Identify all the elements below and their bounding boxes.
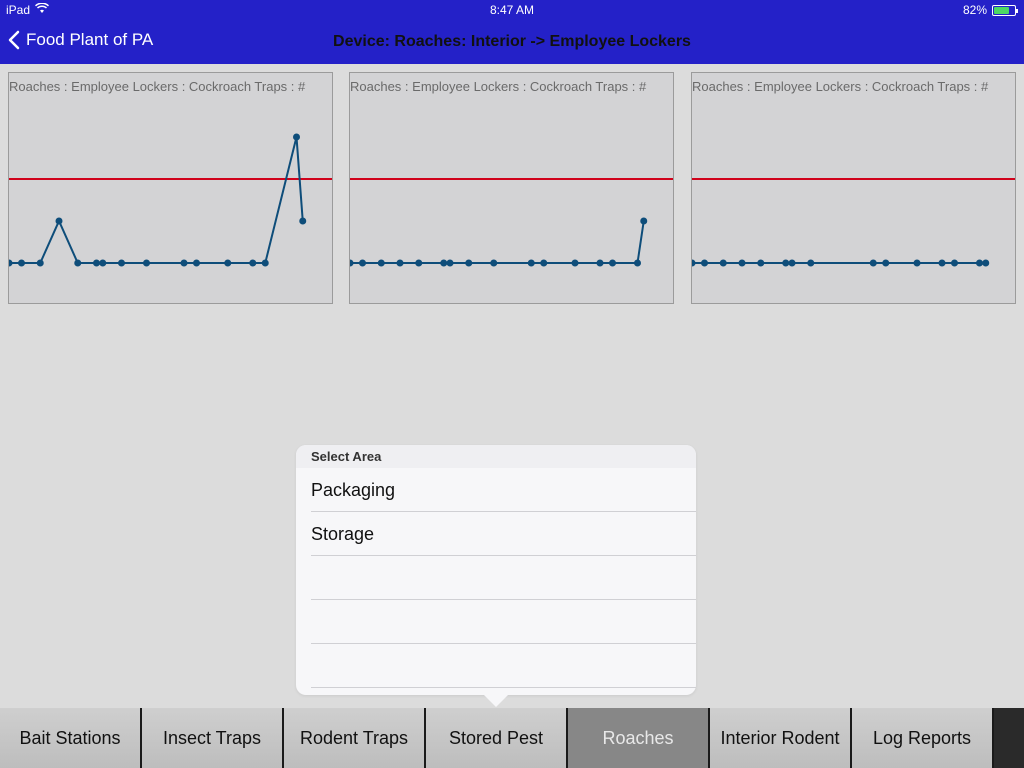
data-point — [18, 259, 25, 267]
data-point — [446, 259, 454, 267]
data-point — [396, 259, 404, 267]
data-point — [465, 259, 473, 267]
popover-header: Select Area — [296, 445, 696, 468]
data-point — [640, 217, 648, 225]
data-point — [701, 259, 708, 267]
area-option-storage[interactable]: Storage — [311, 512, 696, 556]
data-point — [99, 259, 107, 267]
navigation-bar: Food Plant of PA Device: Roaches: Interi… — [0, 20, 1024, 64]
data-point — [180, 259, 188, 267]
series-line — [9, 136, 304, 264]
tab-log-reports[interactable]: Log Reports — [852, 708, 994, 768]
popover-arrow — [484, 695, 508, 707]
data-point — [193, 259, 200, 267]
data-point — [224, 259, 232, 267]
data-point — [571, 259, 579, 267]
chart-panel-2[interactable]: Roaches : Employee Lockers : Cockroach T… — [349, 72, 674, 304]
data-point — [788, 259, 796, 267]
data-point — [261, 259, 269, 267]
data-point — [738, 259, 746, 267]
data-point — [692, 259, 696, 267]
data-point — [596, 259, 604, 267]
chart-3 — [692, 178, 1015, 267]
chart-title: Roaches : Employee Lockers : Cockroach T… — [692, 79, 989, 94]
data-point — [74, 259, 82, 267]
area-option-empty[interactable] — [311, 556, 696, 600]
area-option-empty[interactable] — [311, 644, 696, 688]
data-point — [719, 259, 727, 267]
data-point — [976, 259, 983, 267]
data-point — [359, 259, 366, 267]
chart-2 — [350, 178, 673, 267]
tab-stored-pest[interactable]: Stored Pest — [426, 708, 568, 768]
tab-bar-end — [994, 708, 1024, 768]
tab-bait-stations[interactable]: Bait Stations — [0, 708, 142, 768]
tab-bar: Bait Stations Insect Traps Rodent Traps … — [0, 708, 1024, 768]
data-point — [982, 259, 990, 267]
area-option-empty[interactable] — [311, 600, 696, 644]
data-point — [540, 259, 548, 267]
tab-insect-traps[interactable]: Insect Traps — [142, 708, 284, 768]
page-title: Device: Roaches: Interior -> Employee Lo… — [333, 33, 691, 50]
data-point — [951, 259, 958, 267]
data-point — [377, 259, 385, 267]
data-point — [869, 259, 877, 267]
data-point — [440, 259, 448, 267]
data-point — [293, 133, 300, 141]
data-point — [807, 259, 815, 267]
data-point — [143, 259, 150, 267]
chart-1 — [9, 133, 332, 267]
series-line — [350, 220, 645, 264]
data-point — [55, 217, 63, 225]
chart-title: Roaches : Employee Lockers : Cockroach T… — [350, 79, 647, 94]
select-area-popover: Select Area Packaging Storage — [296, 445, 696, 707]
data-point — [118, 259, 125, 267]
tab-interior-rodent[interactable]: Interior Rodent — [710, 708, 852, 768]
chart-panel-1[interactable]: Roaches : Employee Lockers : Cockroach T… — [8, 72, 333, 304]
data-point — [9, 259, 13, 267]
battery-icon — [992, 4, 1018, 16]
data-point — [882, 259, 890, 267]
data-point — [36, 259, 44, 267]
status-time: 8:47 AM — [489, 3, 535, 17]
status-bar: iPad 8:47 AM 82% — [0, 0, 1024, 20]
battery-percent: 82% — [962, 3, 987, 17]
data-point — [527, 259, 535, 267]
data-point — [415, 259, 423, 267]
top-bar: iPad 8:47 AM 82% Food Plant of PA Device… — [0, 0, 1024, 64]
chart-title: Roaches : Employee Lockers : Cockroach T… — [9, 79, 306, 94]
data-point — [757, 259, 765, 267]
data-point — [634, 259, 641, 267]
data-point — [299, 217, 307, 225]
tab-rodent-traps[interactable]: Rodent Traps — [284, 708, 426, 768]
data-point — [782, 259, 790, 267]
area-option-packaging[interactable]: Packaging — [311, 468, 696, 512]
data-point — [490, 259, 498, 267]
data-point — [609, 259, 616, 267]
data-point — [350, 259, 354, 267]
tab-roaches[interactable]: Roaches — [568, 708, 710, 768]
data-point — [249, 259, 257, 267]
data-point — [93, 259, 100, 267]
data-point — [913, 259, 921, 267]
data-point — [938, 259, 946, 267]
chart-panel-3[interactable]: Roaches : Employee Lockers : Cockroach T… — [691, 72, 1016, 304]
